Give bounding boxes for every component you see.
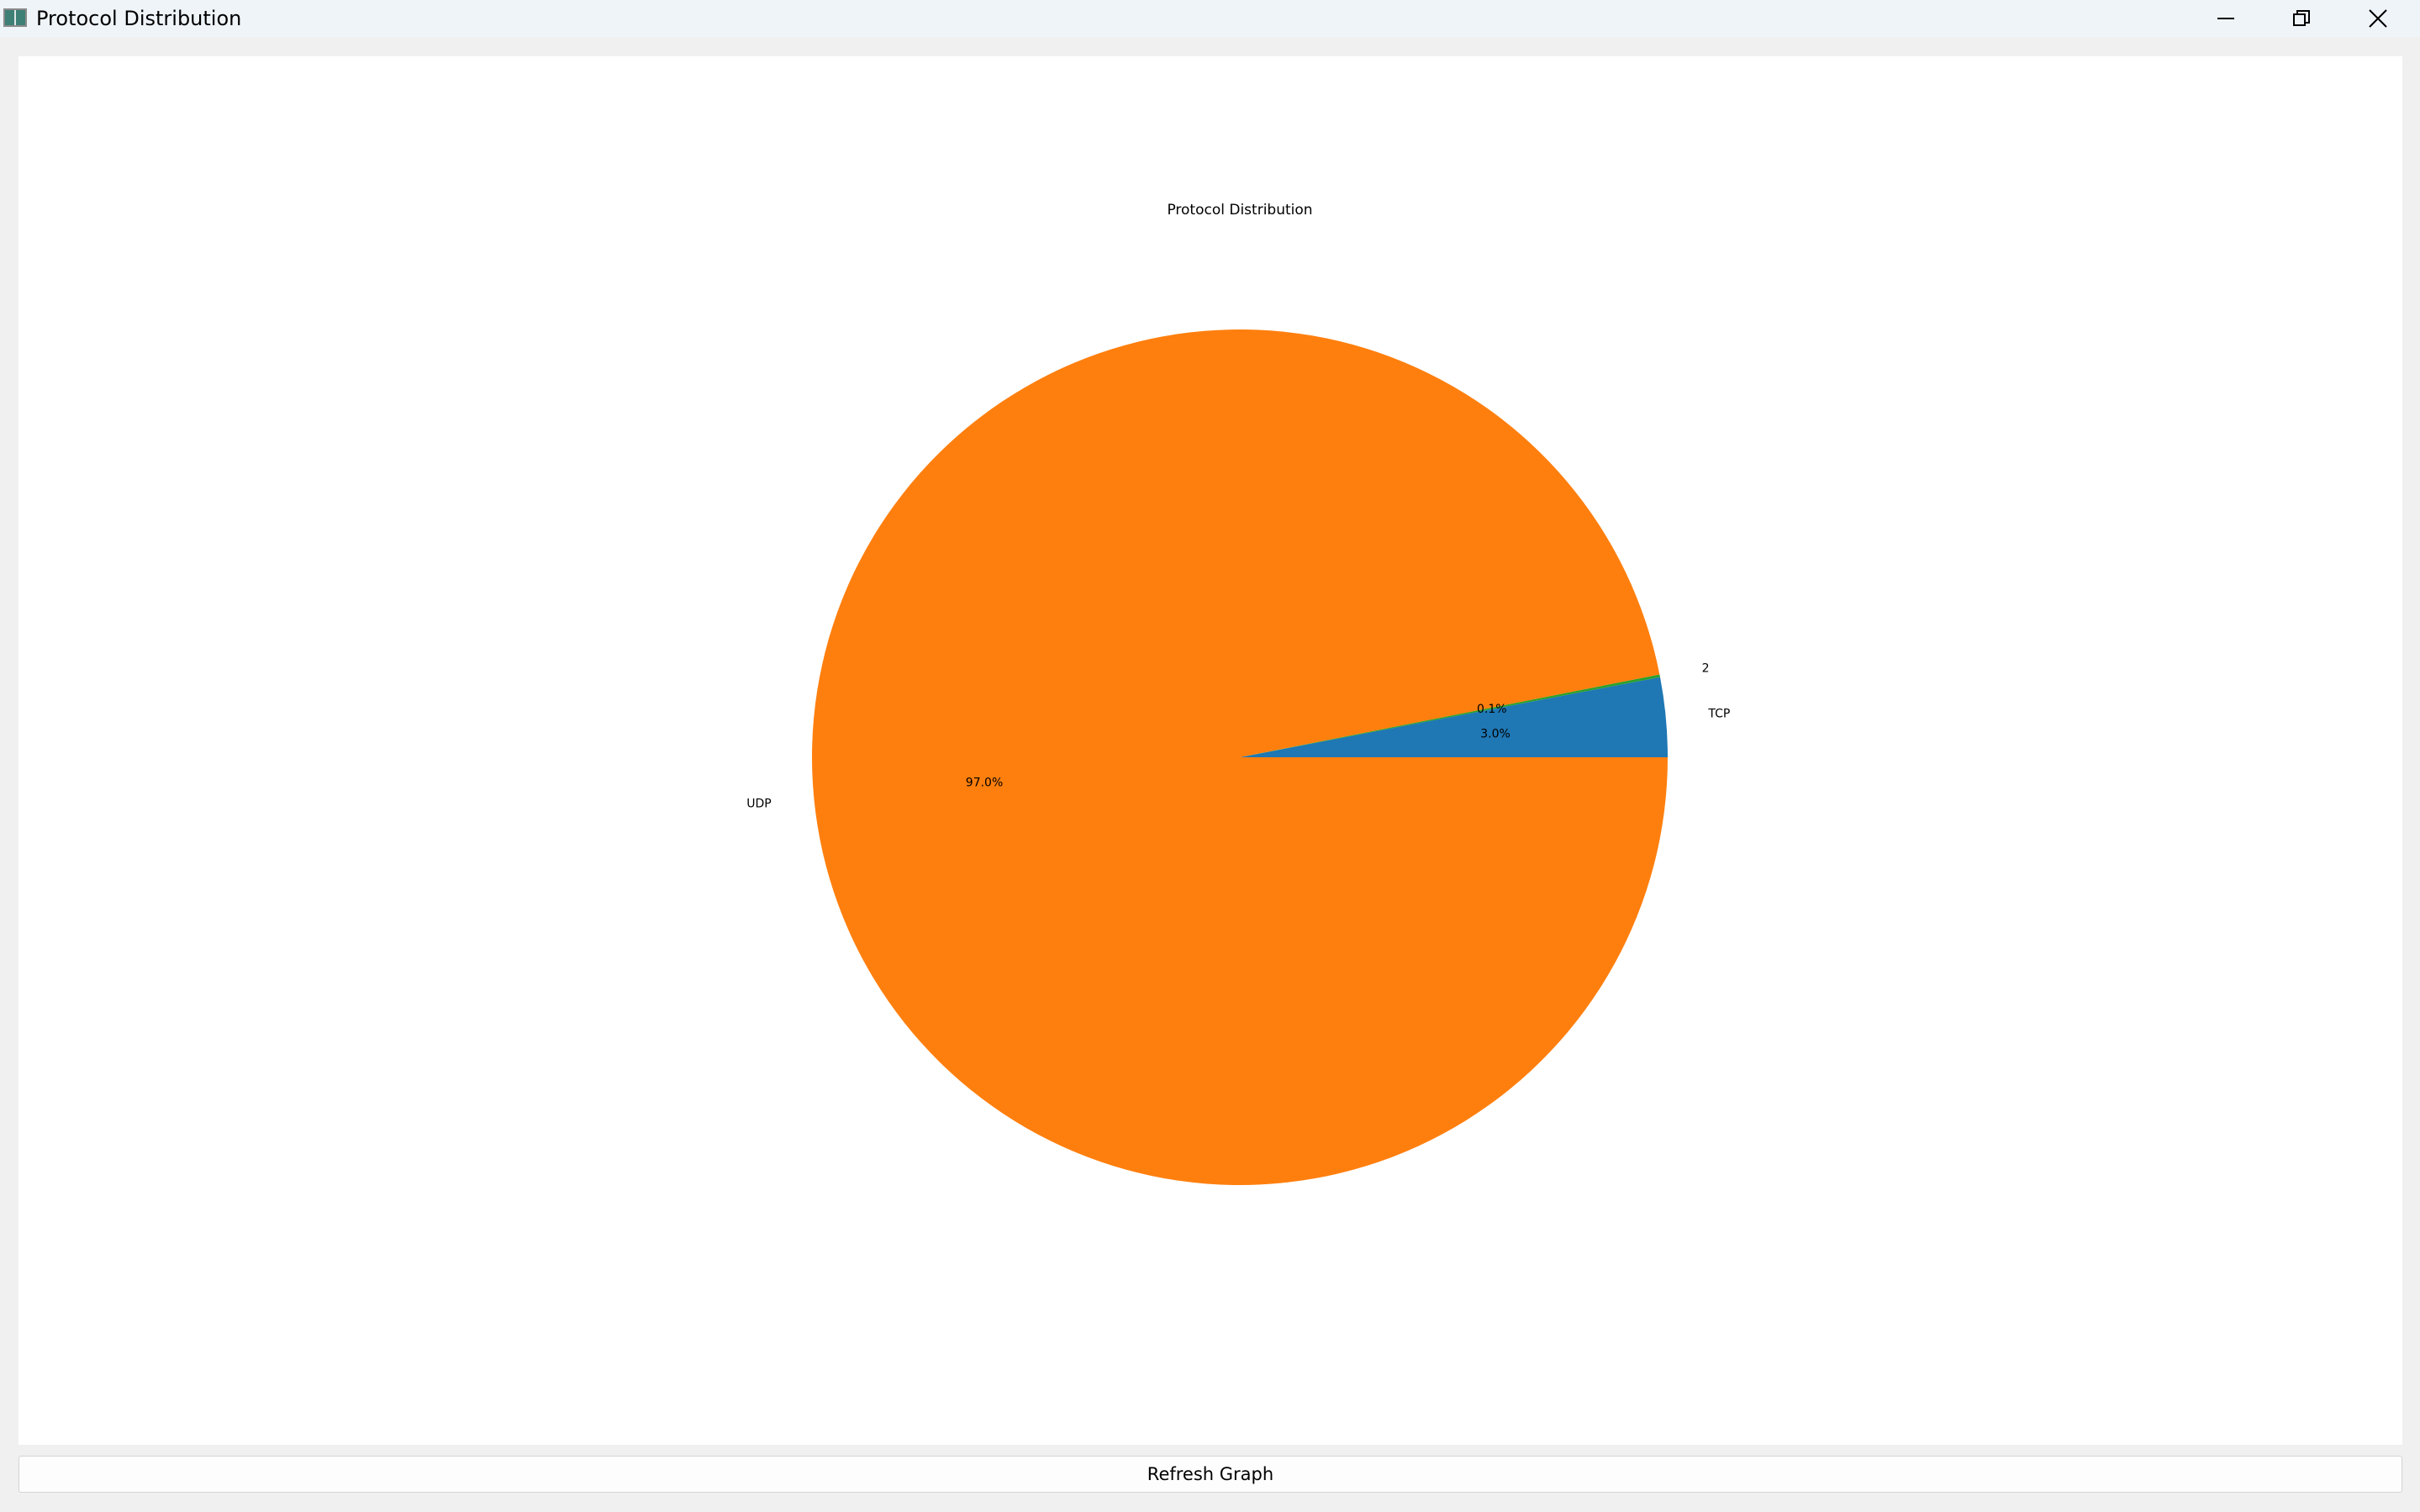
pie-slice-label: TCP xyxy=(1707,707,1730,720)
minimize-button[interactable] xyxy=(2188,0,2264,37)
pie-slice-udp xyxy=(812,329,1668,1186)
pie-slice-label: 2 xyxy=(1702,661,1710,675)
pie-chart: Protocol Distribution 3.0% TCP 0.1% 2 97.0% U… xyxy=(746,202,1730,1186)
pie-pct-label: 0.1% xyxy=(1477,703,1507,716)
pie-pct-label: 3.0% xyxy=(1480,727,1511,740)
window-title: Protocol Distribution xyxy=(36,7,242,30)
pie-pct-label: 97.0% xyxy=(966,777,1003,790)
restore-button[interactable] xyxy=(2264,0,2339,37)
title-bar: Protocol Distribution xyxy=(0,0,2420,37)
close-icon xyxy=(2369,9,2387,28)
minimize-icon xyxy=(2217,18,2234,19)
chart-canvas: Protocol Distribution 3.0% TCP 0.1% 2 97.0% U… xyxy=(18,56,2402,1445)
pie-slice-label: UDP xyxy=(746,797,771,810)
close-button[interactable] xyxy=(2340,0,2416,37)
app-icon xyxy=(3,8,27,27)
pie-slices xyxy=(812,329,1668,1186)
restore-icon xyxy=(2293,10,2310,26)
chart-title: Protocol Distribution xyxy=(1167,202,1312,219)
refresh-graph-button[interactable]: Refresh Graph xyxy=(18,1456,2402,1493)
